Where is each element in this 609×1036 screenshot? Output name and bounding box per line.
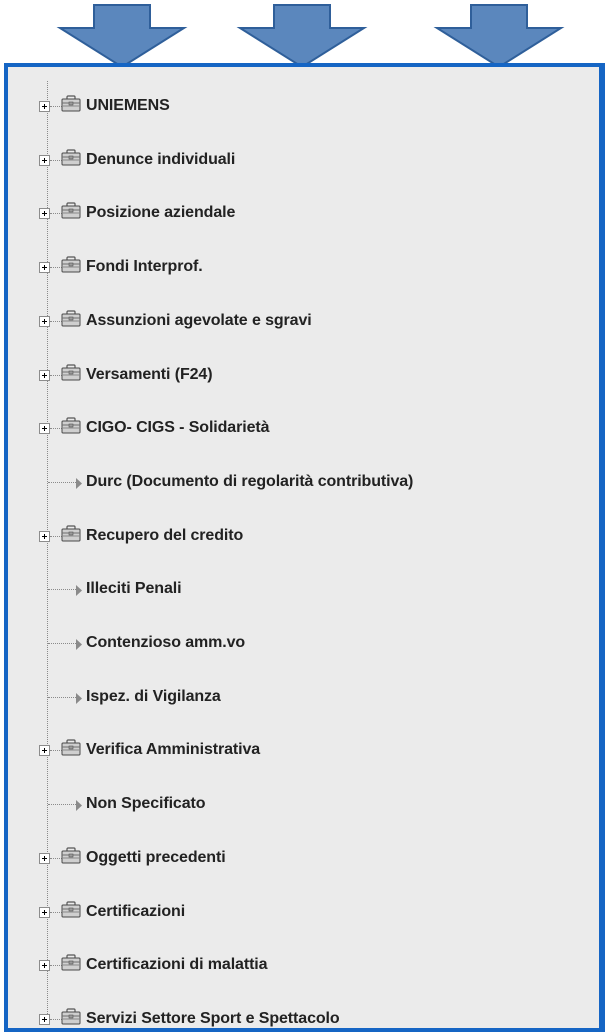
tree-folder-node[interactable]: Denunce individuali (8, 149, 599, 179)
tree-folder-node[interactable]: CIGO- CIGS - Solidarietà (8, 417, 599, 447)
triangle-bullet-icon (76, 476, 82, 489)
expand-plus-icon[interactable] (39, 423, 50, 435)
briefcase-icon (60, 310, 82, 328)
briefcase-icon (60, 417, 82, 435)
briefcase-icon (60, 202, 82, 220)
tree-node-label[interactable]: Durc (Documento di regolarità contributi… (86, 473, 413, 491)
triangle-bullet-icon (76, 637, 82, 650)
tree-node-label[interactable]: Illeciti Penali (86, 580, 182, 598)
tree-leaf-node[interactable]: Ispez. di Vigilanza (8, 688, 599, 716)
tree-node-label[interactable]: Non Specificato (86, 795, 206, 813)
pointer-arrows (56, 4, 565, 69)
briefcase-icon (60, 149, 82, 167)
tree-connector (48, 589, 76, 591)
tree-connector (48, 696, 76, 698)
expand-plus-icon[interactable] (39, 852, 50, 864)
tree-folder-node[interactable]: Servizi Settore Sport e Spettacolo (8, 1008, 599, 1028)
tree-folder-node[interactable]: Certificazioni di malattia (8, 954, 599, 984)
tree-folder-node[interactable]: Recupero del credito (8, 524, 599, 555)
tree-folder-node[interactable]: Versamenti (F24) (8, 363, 599, 394)
tree-node-label[interactable]: Oggetti precedenti (86, 849, 226, 867)
tree-leaf-node[interactable]: Contenzioso amm.vo (8, 634, 599, 662)
down-arrow-icon (433, 4, 565, 69)
tree-node-label[interactable]: UNIEMENS (86, 97, 170, 115)
briefcase-icon (60, 847, 82, 865)
tree-node-label[interactable]: Fondi Interprof. (86, 258, 203, 276)
tree-connector (48, 804, 76, 806)
tree-node-label[interactable]: CIGO- CIGS - Solidarietà (86, 419, 270, 437)
expand-plus-icon[interactable] (39, 208, 50, 220)
tree-node-label[interactable]: Recupero del credito (86, 527, 243, 545)
tree-folder-node[interactable]: Certificazioni (8, 900, 599, 931)
tree-panel: UNIEMENS Denunce individuali Posizione azi… (4, 63, 605, 1032)
tree-node-label[interactable]: Certificazioni (86, 903, 185, 921)
expand-plus-icon[interactable] (39, 530, 50, 542)
tree-folder-node[interactable]: Posizione aziendale (8, 202, 599, 232)
expand-plus-icon[interactable] (39, 1013, 50, 1025)
briefcase-icon (60, 256, 82, 274)
briefcase-icon (60, 524, 82, 543)
triangle-bullet-icon (76, 691, 82, 704)
down-arrow-icon (236, 4, 368, 69)
tree-folder-node[interactable]: UNIEMENS (8, 95, 599, 125)
tree-folder-node[interactable]: Fondi Interprof. (8, 256, 599, 286)
tree-node-label[interactable]: Assunzioni agevolate e sgravi (86, 312, 312, 330)
tree-node-label[interactable]: Versamenti (F24) (86, 366, 213, 384)
briefcase-icon (60, 1008, 82, 1026)
tree-node-label[interactable]: Contenzioso amm.vo (86, 634, 245, 652)
tree-folder-node[interactable]: Oggetti precedenti (8, 847, 599, 877)
expand-plus-icon[interactable] (39, 262, 50, 274)
briefcase-icon (60, 363, 82, 382)
tree-folder-node[interactable]: Assunzioni agevolate e sgravi (8, 310, 599, 340)
tree-node-label[interactable]: Verifica Amministrativa (86, 741, 260, 759)
tree-leaf-node[interactable]: Non Specificato (8, 795, 599, 823)
tree-node-label[interactable]: Denunce individuali (86, 151, 235, 169)
expand-plus-icon[interactable] (39, 101, 50, 112)
briefcase-icon (60, 739, 82, 757)
tree-connector (48, 481, 76, 483)
tree-node-label[interactable]: Servizi Settore Sport e Spettacolo (86, 1010, 340, 1028)
briefcase-icon (60, 954, 82, 972)
briefcase-icon (60, 95, 82, 113)
briefcase-icon (60, 900, 82, 919)
triangle-bullet-icon (76, 798, 82, 812)
tree-connector (48, 643, 76, 644)
tree-folder-node[interactable]: Verifica Amministrativa (8, 739, 599, 769)
expand-plus-icon[interactable] (39, 960, 50, 972)
tree-node-label[interactable]: Certificazioni di malattia (86, 956, 268, 974)
tree-node-label[interactable]: Posizione aziendale (86, 204, 235, 222)
down-arrow-icon (56, 4, 188, 69)
expand-plus-icon[interactable] (39, 745, 50, 757)
tree-leaf-node[interactable]: Illeciti Penali (8, 580, 599, 608)
tree-leaf-node[interactable]: Durc (Documento di regolarità contributi… (8, 473, 599, 501)
expand-plus-icon[interactable] (39, 369, 50, 381)
tree-node-label[interactable]: Ispez. di Vigilanza (86, 688, 221, 706)
expand-plus-icon[interactable] (39, 315, 50, 327)
triangle-bullet-icon (76, 583, 82, 597)
expand-plus-icon[interactable] (39, 906, 50, 918)
expand-plus-icon[interactable] (39, 154, 50, 166)
